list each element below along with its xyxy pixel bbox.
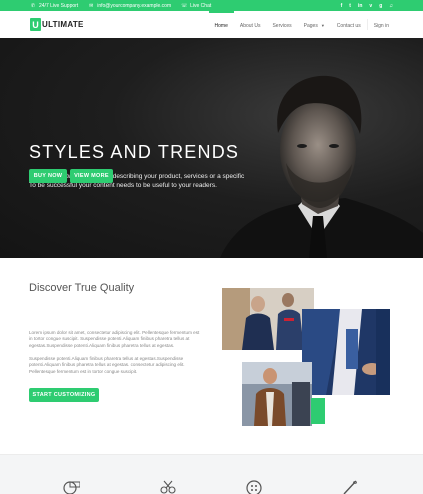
quality-section: Discover True Quality Lorem ipsum dolor … xyxy=(0,258,423,454)
email-info[interactable]: ✉ info@yourcompany.example.com xyxy=(88,3,171,9)
vimeo-icon[interactable]: v xyxy=(369,3,372,9)
accent-block xyxy=(311,398,325,424)
buy-now-button[interactable]: BUY NOW xyxy=(29,169,67,183)
chat-icon: ☏ xyxy=(181,2,188,9)
logo[interactable]: U ULTIMATE xyxy=(30,18,84,31)
hero-section: STYLES AND TRENDS Write one or two parag… xyxy=(0,38,423,258)
nav-about[interactable]: About Us xyxy=(234,11,267,38)
scissors-icon xyxy=(160,480,176,494)
top-bar: ✆ 24/7 Live Support ✉ info@yourcompany.e… xyxy=(0,0,423,11)
email-text[interactable]: info@yourcompany.example.com xyxy=(97,3,171,9)
live-chat-link[interactable]: ☏ Live Chat xyxy=(181,3,211,9)
logo-mark: U xyxy=(30,18,41,31)
hero-title: STYLES AND TRENDS xyxy=(29,142,240,162)
music-icon[interactable]: ♫ xyxy=(389,3,393,9)
nav-menu: Home About Us Services Pages ▼ Contact u… xyxy=(208,11,395,38)
nav-pages-label: Pages xyxy=(303,22,318,29)
nav-contact[interactable]: Contact us xyxy=(331,11,367,38)
twitter-icon[interactable]: t xyxy=(349,3,351,9)
logo-text: ULTIMATE xyxy=(42,20,84,29)
quality-paragraph-2: Suspendisse potenti.Aliquam finibus phar… xyxy=(29,356,185,374)
measuring-tape-icon xyxy=(63,481,80,494)
email-icon: ✉ xyxy=(89,2,94,9)
quality-title: Discover True Quality xyxy=(29,282,135,294)
nav-signin[interactable]: Sign in xyxy=(368,11,395,38)
needle-icon xyxy=(343,480,357,494)
quality-paragraph-1: Lorem ipsum dolor sit amet, consectetur … xyxy=(29,330,200,348)
nav-home[interactable]: Home xyxy=(208,11,234,38)
support-info: ✆ 24/7 Live Support xyxy=(30,3,78,9)
phone-icon: ✆ xyxy=(30,2,36,9)
button-icon xyxy=(246,480,262,494)
main-nav: U ULTIMATE Home About Us Services Pages … xyxy=(0,11,423,38)
support-text: 24/7 Live Support xyxy=(39,2,79,9)
view-more-button[interactable]: VIEW MORE xyxy=(70,169,113,183)
tailor-photo xyxy=(222,288,314,350)
tailor-photo-image xyxy=(222,288,314,350)
nav-services[interactable]: Services xyxy=(266,11,297,38)
suit-closeup-image xyxy=(302,309,390,395)
social-links: f t in v g ♫ xyxy=(341,3,393,9)
suit-closeup-photo xyxy=(302,309,390,395)
smiling-man-image xyxy=(242,362,312,426)
chat-text[interactable]: Live Chat xyxy=(190,3,211,9)
caret-down-icon: ▼ xyxy=(320,23,325,28)
start-customizing-button[interactable]: START CUSTOMIZING xyxy=(29,388,99,402)
smiling-man-photo xyxy=(242,362,312,426)
nav-pages[interactable]: Pages ▼ xyxy=(298,11,331,38)
facebook-icon[interactable]: f xyxy=(341,3,343,9)
google-plus-icon[interactable]: g xyxy=(379,3,382,9)
linkedin-icon[interactable]: in xyxy=(358,3,362,9)
